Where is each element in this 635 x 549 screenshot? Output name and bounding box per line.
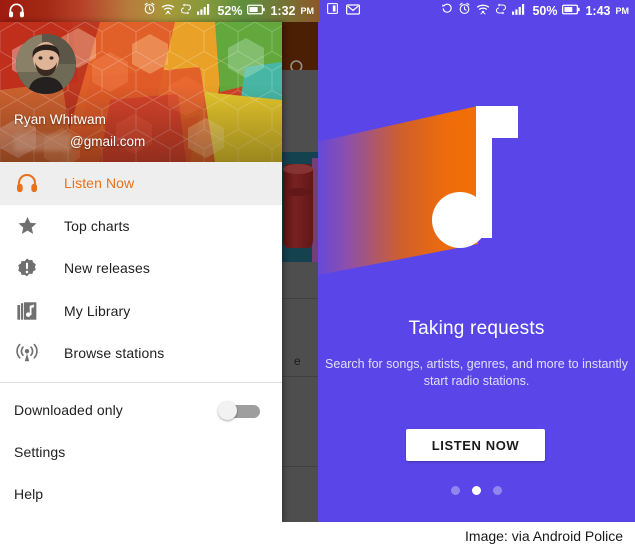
clock-right-ampm: PM (615, 6, 630, 16)
sidebar-item-top-charts[interactable]: Top charts (0, 205, 282, 248)
avatar[interactable] (16, 34, 76, 94)
clock-right: 1:43 (585, 4, 611, 18)
sync-icon (441, 2, 453, 20)
drawer-item-settings[interactable]: Settings (0, 431, 282, 473)
alarm-icon (143, 2, 156, 20)
toggle-knob (218, 400, 237, 420)
right-phone-screenshot: 50% 1:43 PM Taking requests Search for s… (318, 0, 635, 522)
sidebar-item-label: My Library (64, 302, 131, 319)
sidebar-item-listen-now[interactable]: Listen Now (0, 162, 282, 205)
battery-icon (562, 2, 581, 20)
hero-subtitle: Search for songs, artists, genres, and m… (325, 357, 628, 388)
image-credit: Image: via Android Police (465, 527, 623, 544)
left-status-bar: 52% 1:32 PM (0, 0, 320, 22)
email-username-redaction (14, 134, 70, 151)
left-phone-screenshot: BoostiEnergy e (0, 0, 320, 522)
signal-alt-icon (495, 2, 507, 20)
signal-bars-icon (512, 2, 527, 20)
pager-dots (318, 486, 635, 495)
right-status-bar: 50% 1:43 PM (318, 0, 635, 22)
radio-tower-icon (12, 340, 42, 366)
headphones-icon (12, 170, 42, 196)
drawer-nav-list: Listen Now Top charts New releases My Li… (0, 162, 282, 515)
downloaded-only-label: Downloaded only (14, 401, 123, 418)
screenshot-root: BoostiEnergy e (0, 0, 635, 549)
library-music-icon (12, 298, 42, 324)
navigation-drawer: Ryan Whitwam @gmail.com Listen Now Top c… (0, 22, 282, 522)
app-notification-icon (326, 2, 339, 20)
pager-dot-active[interactable] (472, 486, 481, 495)
settings-label: Settings (14, 443, 66, 460)
clock-left-ampm: PM (300, 6, 315, 16)
right-status-notifications (326, 2, 360, 20)
battery-percent-left: 52% (217, 4, 243, 18)
signal-bars-icon (197, 2, 212, 20)
battery-icon (247, 2, 266, 20)
downloaded-only-toggle[interactable] (216, 400, 260, 420)
caption-bar: Image: via Android Police (0, 522, 635, 549)
sidebar-item-browse-stations[interactable]: Browse stations (0, 332, 282, 375)
drawer-divider (0, 381, 282, 383)
new-releases-icon (12, 255, 42, 281)
account-name: Ryan Whitwam (14, 112, 106, 127)
wifi-icon (476, 2, 490, 20)
sidebar-item-my-library[interactable]: My Library (0, 290, 282, 333)
music-note-beam-illustration (318, 92, 635, 304)
sidebar-item-label: Listen Now (64, 175, 135, 192)
drawer-item-help[interactable]: Help (0, 473, 282, 515)
drawer-header[interactable]: Ryan Whitwam @gmail.com (0, 22, 282, 162)
right-status-icons: 50% 1:43 PM (441, 2, 629, 20)
alarm-icon (458, 2, 471, 20)
help-label: Help (14, 485, 44, 502)
downloaded-only-row[interactable]: Downloaded only (0, 389, 282, 431)
wifi-icon (161, 2, 175, 20)
left-status-icons: 52% 1:32 PM (143, 0, 314, 22)
pager-dot[interactable] (451, 486, 460, 495)
clock-left: 1:32 (270, 4, 296, 18)
sidebar-item-label: Browse stations (64, 345, 165, 362)
account-email: @gmail.com (70, 134, 146, 149)
sidebar-item-new-releases[interactable]: New releases (0, 247, 282, 290)
hero-title: Taking requests (408, 318, 545, 339)
sync-icon (180, 2, 192, 20)
gmail-icon (346, 2, 360, 20)
pager-dot[interactable] (493, 486, 502, 495)
battery-percent-right: 50% (532, 4, 558, 18)
listen-now-button[interactable]: LISTEN NOW (406, 429, 545, 461)
star-icon (12, 213, 42, 239)
sidebar-item-label: New releases (64, 260, 151, 277)
headphones-icon (8, 3, 25, 18)
sidebar-item-label: Top charts (64, 217, 130, 234)
